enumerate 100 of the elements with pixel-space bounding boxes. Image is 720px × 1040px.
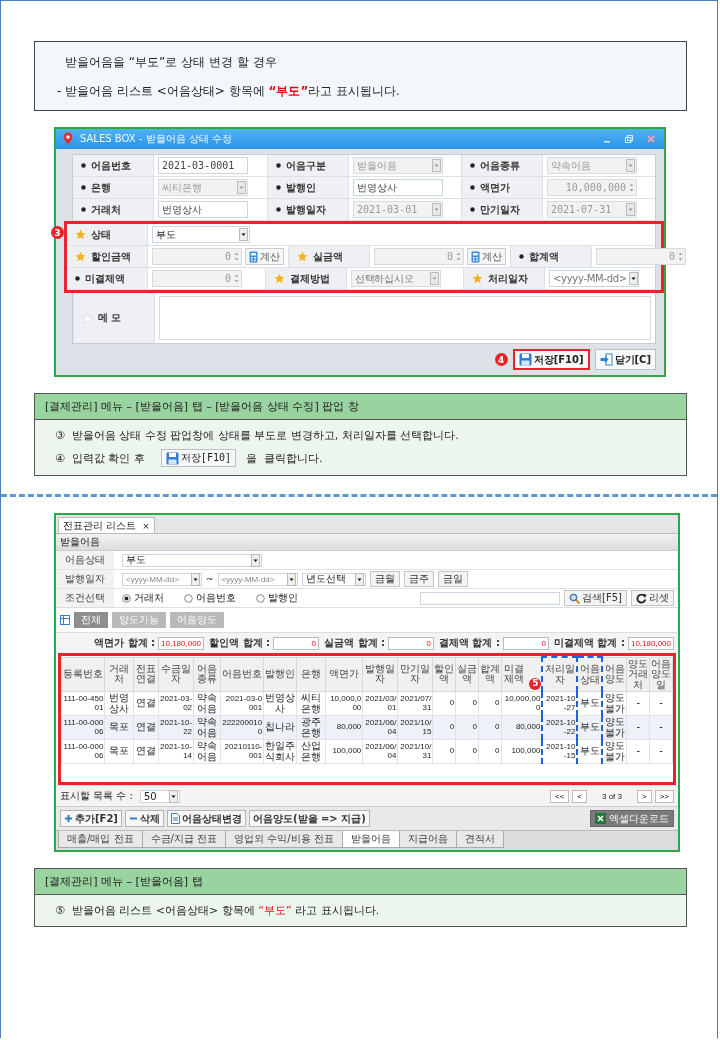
tab[interactable]: 영업외 수익/비용 전표 xyxy=(225,831,343,848)
search-field[interactable] xyxy=(420,591,561,605)
column-header[interactable]: 발행일자 xyxy=(362,657,398,692)
column-header[interactable]: 미결제액 5 xyxy=(501,657,543,692)
dropdown[interactable]: <yyyy-MM-dd> xyxy=(122,572,202,586)
star-icon xyxy=(82,312,93,324)
column-header[interactable]: 등록번호 xyxy=(61,657,105,692)
column-header[interactable]: 만기일자 xyxy=(397,657,433,692)
date-button[interactable]: 금일 xyxy=(437,571,468,587)
column-header[interactable]: 실금액 xyxy=(455,657,479,692)
dropdown[interactable]: 부도 xyxy=(122,553,262,567)
column-header[interactable]: 은행 xyxy=(296,657,326,692)
column-header[interactable]: 전표연결 xyxy=(133,657,159,692)
excel-download-button[interactable]: 엑셀다운로드 xyxy=(590,810,674,827)
date-button[interactable]: 금주 xyxy=(403,571,434,587)
total-label: 할인액 합계 : xyxy=(209,636,271,650)
table-cell: 2021-03-02 xyxy=(158,691,194,716)
table-cell: 100,000 xyxy=(325,739,363,764)
tab[interactable]: 견적서 xyxy=(455,831,504,848)
radio-button[interactable] xyxy=(184,593,193,603)
search-button[interactable]: 검색[F5] xyxy=(564,590,627,606)
dropdown[interactable]: 부도 xyxy=(152,226,250,243)
last-page-button[interactable]: >> xyxy=(654,789,674,803)
radio-button[interactable] xyxy=(256,593,265,603)
field-label: 합계액 xyxy=(529,249,559,264)
table-cell: 양도불가 xyxy=(602,739,627,764)
column-header[interactable]: 어음번호 xyxy=(220,657,264,692)
text-field[interactable]: 2021-03-0001 xyxy=(158,157,248,174)
add-button[interactable]: 추가[F2] xyxy=(60,810,122,827)
previous-page-button[interactable]: < xyxy=(572,789,587,803)
dropdown[interactable]: <yyyy-MM-dd> xyxy=(217,572,298,586)
tab[interactable]: 전표관리 리스트 × xyxy=(58,517,155,533)
field-label: 결제방법 xyxy=(290,271,330,286)
note-text: - 받을어음 리스트 <어음상태> 항목에 “부도”라고 표시됩니다. xyxy=(57,83,401,100)
column-header[interactable]: 할인액 xyxy=(432,657,456,692)
table-cell: 0 xyxy=(432,739,456,764)
field-label: 만기일자 xyxy=(480,202,520,217)
tab[interactable]: 매출/매입 전표 xyxy=(58,831,143,848)
dropdown[interactable]: <yyyy-MM-dd> xyxy=(549,270,639,287)
column-header[interactable]: 어음종류 xyxy=(193,657,221,692)
text-field[interactable]: 번영상사 xyxy=(353,179,443,196)
step-text: 을 클릭합니다. xyxy=(245,450,323,466)
table-cell: 2021/06/04 xyxy=(362,739,398,764)
calculator-icon xyxy=(471,250,480,263)
callout-badge: 5 xyxy=(529,678,542,690)
save-button[interactable]: 저장[F10] xyxy=(512,349,590,370)
close-button[interactable]: × xyxy=(142,520,150,531)
text-field[interactable]: 번영상사 xyxy=(158,201,248,218)
exit-icon xyxy=(599,353,613,366)
total-value: 0 xyxy=(503,636,549,650)
column-header[interactable]: 합계액 xyxy=(478,657,502,692)
close-button[interactable]: 닫기[C] xyxy=(594,349,656,370)
column-header[interactable]: 어음양도 xyxy=(602,657,627,692)
spinner-icon xyxy=(677,250,684,263)
callout-badge: 3 xyxy=(51,226,64,239)
grid-icon[interactable] xyxy=(60,615,70,625)
memo-field[interactable] xyxy=(159,296,651,340)
dropdown[interactable]: 50 xyxy=(139,789,180,803)
table-cell: 번영상사 xyxy=(263,691,297,716)
table-cell: 0 xyxy=(455,739,479,764)
spinner-icon xyxy=(455,250,462,263)
date-button[interactable]: 금월 xyxy=(369,571,400,587)
transfer-button[interactable]: 어음양도(받을 => 지급) xyxy=(248,810,370,827)
next-page-button[interactable]: > xyxy=(637,789,652,803)
close-icon[interactable] xyxy=(646,134,656,144)
table-cell: 목포 xyxy=(104,739,134,764)
table-cell: 2021-10-14 xyxy=(158,739,194,764)
column-header[interactable]: 어음양도일 xyxy=(649,657,673,692)
table-cell: 씨티은행 xyxy=(296,691,326,716)
column-header[interactable]: 처리일자 xyxy=(542,657,578,692)
window-title: SALES BOX - 받을어음 상태 수정 xyxy=(80,132,232,146)
first-page-button[interactable]: << xyxy=(549,789,570,803)
reset-button[interactable]: 리셋 xyxy=(631,590,674,606)
tab[interactable]: 지급어음 xyxy=(398,831,457,848)
tab[interactable]: 수금/지급 전표 xyxy=(141,831,227,848)
field-label: 처리일자 xyxy=(488,271,528,286)
total-label: 미결제액 합계 : xyxy=(554,636,625,650)
column-header[interactable]: 수금일자 xyxy=(158,657,194,692)
field-label: 상태 xyxy=(91,227,111,242)
panel-header: [결제관리] 메뉴 – [받을어음] 탭 xyxy=(35,869,686,895)
column-header[interactable]: 액면가 xyxy=(325,657,363,692)
column-header[interactable]: 거래처 xyxy=(104,657,134,692)
dropdown[interactable]: 년도선택 xyxy=(301,572,366,586)
restore-icon[interactable] xyxy=(624,134,634,144)
refresh-icon xyxy=(636,592,647,604)
column-header[interactable]: 발행인 xyxy=(263,657,297,692)
delete-button[interactable]: 삭제 xyxy=(124,810,164,827)
table-cell: 부도 xyxy=(577,739,603,764)
column-header[interactable]: 어음상태 xyxy=(577,657,603,692)
range-separator: ~ xyxy=(206,574,214,584)
radio-button[interactable] xyxy=(122,593,131,603)
table-cell: - xyxy=(626,691,650,716)
document-icon xyxy=(170,813,180,824)
tab[interactable]: 받을어음 xyxy=(341,831,400,848)
status-change-button[interactable]: 어음상태변경 xyxy=(166,810,246,827)
total-value: 10,180,000 xyxy=(158,636,205,650)
field-label: 거래처 xyxy=(91,202,121,217)
search-icon xyxy=(569,592,581,604)
column-header[interactable]: 양도 거래처 xyxy=(626,657,650,692)
table-cell: 한일주식회사 xyxy=(263,739,297,764)
